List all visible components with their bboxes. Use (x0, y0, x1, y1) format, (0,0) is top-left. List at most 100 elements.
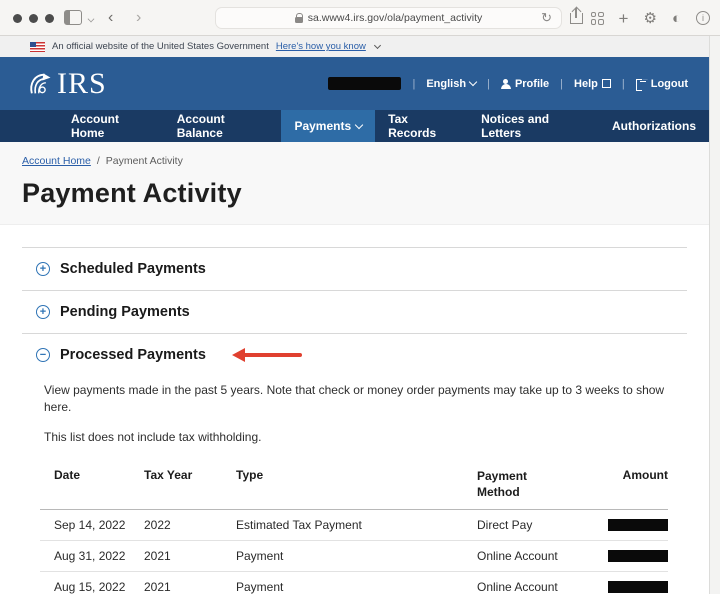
description-text: View payments made in the past 5 years. … (44, 383, 665, 415)
col-header-payment-method: Payment Method (477, 469, 528, 500)
table-row: Sep 14, 2022 2022 Estimated Tax Payment … (40, 509, 668, 541)
usa-gov-banner: An official website of the United States… (0, 36, 720, 57)
irs-logo-text: IRS (57, 66, 107, 100)
page-title: Payment Activity (22, 178, 242, 208)
person-icon (500, 78, 511, 89)
reader-contrast-icon[interactable]: ◐ (672, 11, 681, 26)
accordion-processed-payments[interactable]: − Processed Payments (22, 334, 687, 376)
profile-label: Profile (514, 77, 550, 90)
header-divider: | (487, 77, 490, 90)
external-link-icon (601, 79, 611, 88)
red-annotation-arrow (231, 348, 302, 362)
cell-amount (605, 571, 668, 594)
table-row: Aug 31, 2022 2021 Payment Online Account (40, 540, 668, 572)
scrollbar-gutter[interactable] (709, 36, 720, 594)
nav-label: Tax Records (388, 112, 437, 140)
logout-label: Logout (650, 77, 688, 90)
col-header-tax-year: Tax Year (144, 468, 193, 483)
share-icon[interactable] (570, 8, 583, 24)
forward-button[interactable]: › (136, 8, 141, 28)
col-header-type: Type (236, 468, 264, 483)
table-row: Aug 15, 2022 2021 Payment Online Account (40, 571, 668, 594)
header-divider: | (412, 77, 416, 90)
banner-chevron-icon[interactable] (373, 41, 381, 50)
main-navigation: Account Home Account Balance Payments Ta… (0, 110, 709, 142)
cell-date: Aug 15, 2022 (54, 579, 126, 594)
cell-amount (605, 540, 668, 571)
browser-chrome: ‹ › sa.www4.irs.gov/ola/payment_activity… (0, 0, 720, 36)
collapse-minus-icon: − (36, 348, 50, 362)
irs-eagle-emblem-icon (30, 73, 51, 94)
language-label: English (426, 77, 467, 90)
breadcrumb-account-home-link[interactable]: Account Home (22, 155, 91, 167)
profile-button[interactable]: Profile (500, 77, 550, 90)
cell-tax-year: 2022 (144, 517, 171, 532)
sidebar-chevron-icon[interactable] (87, 15, 95, 23)
cell-date: Aug 31, 2022 (54, 548, 126, 563)
nav-notices-letters[interactable]: Notices and Letters (468, 110, 599, 142)
expand-plus-icon: + (36, 305, 50, 319)
nav-label: Account Home (71, 112, 119, 140)
accordion-label: Processed Payments (60, 347, 206, 363)
breadcrumb-separator: / (96, 155, 100, 167)
accordion-label: Scheduled Payments (60, 261, 206, 277)
nav-account-home[interactable]: Account Home (58, 110, 164, 142)
url-text: sa.www4.irs.gov/ola/payment_activity (307, 12, 483, 24)
sidebar-toggle-icon[interactable] (64, 10, 82, 25)
note-text: This list does not include tax withholdi… (44, 429, 262, 444)
cell-method: Direct Pay (477, 517, 533, 532)
nav-payments[interactable]: Payments (281, 110, 376, 142)
how-you-know-link[interactable]: Here's how you know (276, 41, 366, 52)
nav-label: Account Balance (176, 112, 225, 140)
amount-redaction-bar (608, 519, 668, 532)
nav-label: Notices and Letters (481, 112, 550, 140)
cell-tax-year: 2021 (144, 548, 171, 563)
amount-redaction-bar (608, 581, 668, 594)
logout-button[interactable]: Logout (635, 77, 688, 91)
cell-type: Payment (236, 548, 284, 563)
logout-icon (635, 78, 647, 91)
header-divider: | (560, 77, 564, 90)
col-header-amount: Amount (622, 468, 668, 483)
nav-tax-records[interactable]: Tax Records (375, 110, 468, 142)
accordion-label: Pending Payments (60, 304, 190, 320)
col-header-date: Date (54, 468, 81, 483)
tab-overview-icon[interactable] (590, 11, 604, 25)
window-controls[interactable] (13, 14, 54, 23)
payments-chevron-icon (354, 120, 364, 129)
cell-method: Online Account (477, 548, 558, 563)
help-link[interactable]: Help (574, 78, 611, 90)
accordion-scheduled-payments[interactable]: + Scheduled Payments (22, 248, 687, 290)
nav-authorizations[interactable]: Authorizations (599, 110, 709, 142)
username-redaction-bar (328, 77, 402, 90)
irs-logo[interactable]: IRS (26, 67, 107, 101)
processed-description: View payments made in the past 5 years. … (44, 382, 687, 446)
cell-type: Payment (236, 579, 284, 594)
nav-label: Authorizations (612, 119, 696, 133)
language-chevron-icon (468, 77, 478, 87)
header-divider: | (621, 77, 625, 90)
language-selector[interactable]: English (426, 77, 478, 90)
info-circle-icon[interactable]: i (696, 11, 710, 25)
ssl-lock-icon (294, 13, 303, 23)
table-header-row: Date Tax Year Type Payment Method Amount (40, 462, 668, 510)
cell-amount (605, 509, 668, 540)
close-window-icon[interactable] (13, 14, 22, 23)
us-flag-icon (30, 41, 45, 52)
minimize-window-icon[interactable] (29, 14, 38, 23)
settings-gear-icon[interactable]: ⚙ (643, 11, 656, 26)
expand-plus-icon: + (36, 262, 50, 276)
cell-date: Sep 14, 2022 (54, 517, 126, 532)
nav-account-balance[interactable]: Account Balance (164, 110, 282, 142)
accordion-pending-payments[interactable]: + Pending Payments (22, 291, 687, 333)
help-label: Help (574, 77, 598, 90)
breadcrumb-current: Payment Activity (105, 155, 183, 167)
nav-label: Payments (294, 119, 352, 133)
zoom-window-icon[interactable] (45, 14, 54, 23)
back-button[interactable]: ‹ (108, 8, 113, 28)
payments-table: Date Tax Year Type Payment Method Amount… (40, 462, 668, 594)
reload-icon[interactable]: ↻ (541, 10, 552, 26)
new-tab-icon[interactable]: + (619, 10, 629, 27)
cell-type: Estimated Tax Payment (236, 517, 362, 532)
address-bar[interactable]: sa.www4.irs.gov/ola/payment_activity ↻ (215, 7, 562, 29)
